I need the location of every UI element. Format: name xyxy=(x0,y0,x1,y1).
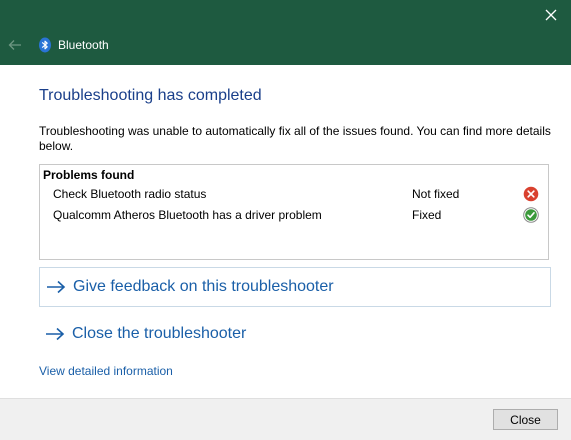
problems-header: Problems found xyxy=(43,168,135,182)
problem-status: Fixed xyxy=(412,208,442,222)
problem-row: Qualcomm Atheros Bluetooth has a driver … xyxy=(40,206,548,226)
problem-row: Check Bluetooth radio status Not fixed xyxy=(40,185,548,205)
problem-status: Not fixed xyxy=(412,187,460,201)
page-title: Troubleshooting has completed xyxy=(39,87,262,104)
arrow-right-icon xyxy=(45,326,65,342)
back-button[interactable] xyxy=(6,36,24,54)
problem-name: Check Bluetooth radio status xyxy=(53,187,207,201)
description-text: Troubleshooting was unable to automatica… xyxy=(39,124,551,153)
title-bar: Bluetooth xyxy=(0,0,571,65)
feedback-link[interactable]: Give feedback on this troubleshooter xyxy=(39,267,551,307)
problem-name: Qualcomm Atheros Bluetooth has a driver … xyxy=(53,208,322,222)
close-troubleshooter-link[interactable]: Close the troubleshooter xyxy=(39,314,551,354)
content-area: Troubleshooting has completed Troublesho… xyxy=(0,65,571,398)
footer-bar: Close xyxy=(0,398,571,440)
troubleshooter-window: Bluetooth Troubleshooting has completed … xyxy=(0,0,571,440)
arrow-right-icon xyxy=(46,279,66,295)
close-icon xyxy=(545,9,557,21)
window-close-button[interactable] xyxy=(539,3,563,27)
feedback-link-label: Give feedback on this troubleshooter xyxy=(73,278,334,295)
problems-list: Problems found Check Bluetooth radio sta… xyxy=(39,164,549,260)
check-icon xyxy=(523,207,539,223)
back-arrow-icon xyxy=(8,40,21,50)
close-button[interactable]: Close xyxy=(493,409,558,430)
error-icon xyxy=(523,186,539,202)
view-details-link[interactable]: View detailed information xyxy=(39,364,173,378)
bluetooth-icon xyxy=(39,37,51,53)
window-title: Bluetooth xyxy=(58,38,109,52)
close-troubleshooter-label: Close the troubleshooter xyxy=(72,325,247,342)
